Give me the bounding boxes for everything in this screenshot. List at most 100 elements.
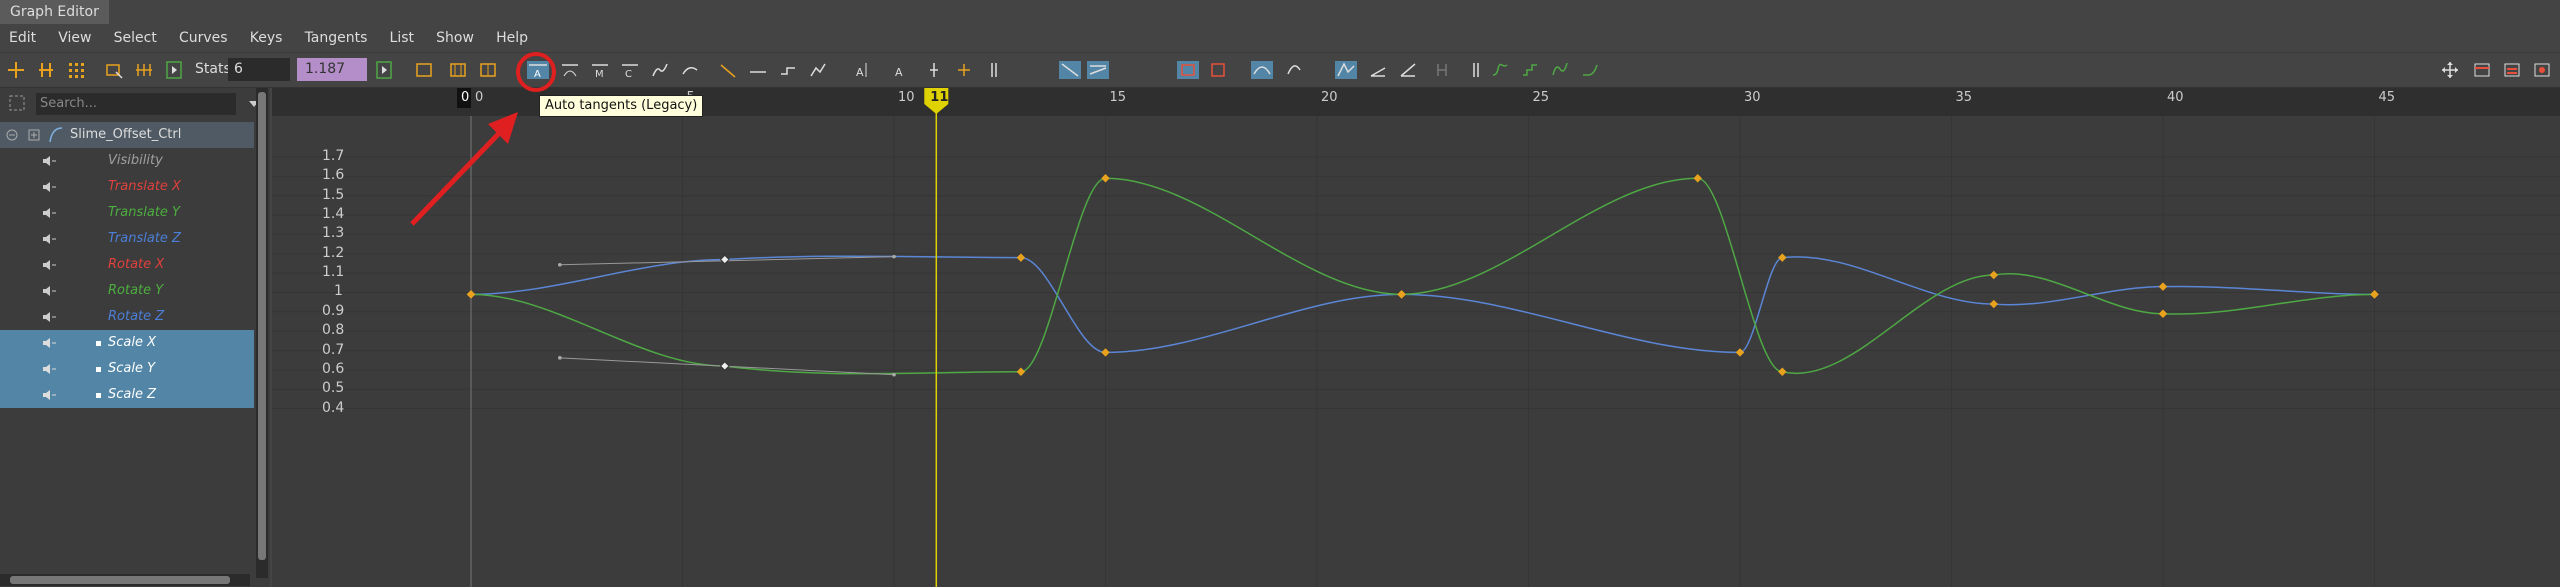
keyframe[interactable]: [1778, 253, 1787, 262]
window-title[interactable]: Graph Editor: [0, 0, 109, 24]
menu-view[interactable]: View: [49, 24, 100, 52]
keyframe[interactable]: [1778, 367, 1787, 377]
fixed-tangents-icon[interactable]: [748, 60, 768, 80]
channel-row-selected[interactable]: Scale Z: [0, 382, 254, 408]
outliner-filter-icon[interactable]: [8, 94, 26, 112]
channel-row[interactable]: Rotate Y: [0, 278, 254, 304]
object-name: Slime_Offset_Ctrl: [70, 127, 182, 142]
channel-row[interactable]: Rotate Z: [0, 304, 254, 330]
frame-tool-icon[interactable]: [2440, 60, 2460, 80]
tangent-handle-end: [892, 372, 896, 377]
search-input[interactable]: Search...: [36, 93, 236, 115]
resample-icon[interactable]: [1432, 60, 1452, 80]
break-tangents-icon[interactable]: A: [854, 60, 878, 80]
speaker-icon: [43, 338, 56, 348]
value-tick-label: 1.6: [322, 167, 345, 184]
current-frame-label: 11: [930, 90, 949, 105]
value-tick-label: 0.8: [322, 322, 345, 339]
show-infinity-icon[interactable]: [1334, 60, 1358, 80]
denormalize-icon[interactable]: [1398, 60, 1418, 80]
expand-icon[interactable]: [28, 129, 40, 141]
key-value-field[interactable]: 1.187: [297, 58, 367, 81]
keyframe[interactable]: [1016, 367, 1026, 377]
clamped-tangents-icon[interactable]: M: [590, 60, 610, 80]
outliner-horizontal-scrollbar[interactable]: [0, 574, 250, 586]
time-snap-icon[interactable]: [164, 60, 184, 80]
menu-keys[interactable]: Keys: [241, 24, 292, 52]
step-next-icon[interactable]: [778, 60, 798, 80]
oscillate-icon[interactable]: [1520, 60, 1540, 80]
plateau-tangents-icon[interactable]: [718, 60, 738, 80]
auto-load-icon[interactable]: [1176, 60, 1200, 80]
unify-tangents-icon[interactable]: A: [890, 60, 910, 80]
scrollbar-thumb[interactable]: [10, 576, 230, 584]
keyframe[interactable]: [2370, 290, 2379, 299]
menu-curves[interactable]: Curves: [170, 24, 237, 52]
normalize-icon[interactable]: [1368, 60, 1388, 80]
keyframe[interactable]: [2158, 282, 2168, 291]
keyframe[interactable]: [1016, 253, 1026, 262]
svg-text:C: C: [625, 69, 632, 80]
channel-row[interactable]: Translate Y: [0, 200, 254, 226]
menu-select[interactable]: Select: [105, 24, 166, 52]
channel-row[interactable]: Visibility: [0, 148, 254, 174]
flat-tangents-icon[interactable]: [650, 60, 670, 80]
key-stats-icon[interactable]: [984, 60, 1004, 80]
load-selected-icon[interactable]: [1208, 60, 1228, 80]
tangent-handle-end: [558, 356, 562, 360]
selected-key[interactable]: [719, 254, 730, 265]
scrollbar-thumb[interactable]: [258, 92, 266, 560]
outliner-vertical-scrollbar[interactable]: [256, 88, 268, 578]
keyframe[interactable]: [2158, 309, 2168, 318]
channel-row-selected[interactable]: Scale X: [0, 330, 254, 356]
value-tick-label: 0.7: [322, 341, 345, 358]
object-row[interactable]: Slime_Offset_Ctrl: [0, 122, 254, 148]
open-dope-sheet-icon[interactable]: [2472, 60, 2492, 80]
keyframe[interactable]: [1693, 174, 1702, 183]
value-snap-icon[interactable]: [374, 60, 394, 80]
cycle-offset-icon[interactable]: [1490, 60, 1510, 80]
graph-view[interactable]: 051015202530354045110 1.71.61.51.41.31.2…: [272, 88, 2560, 587]
move-key-tool-icon[interactable]: [6, 60, 26, 80]
curve-view-normalized-icon[interactable]: [1058, 60, 1082, 80]
channel-label: Scale X: [108, 335, 157, 350]
channel-label: Scale Y: [108, 361, 156, 376]
cycle-icon[interactable]: [1466, 60, 1486, 80]
pre-infinity-icon[interactable]: [1250, 60, 1274, 80]
keyframe[interactable]: [1989, 299, 1999, 309]
channel-row[interactable]: Translate X: [0, 174, 254, 200]
keyframe[interactable]: [466, 290, 476, 299]
open-trax-editor-icon[interactable]: [2502, 60, 2522, 80]
keyframe[interactable]: [1101, 348, 1110, 357]
linear-extrapolation-icon[interactable]: [1550, 60, 1570, 80]
channel-row[interactable]: Translate Z: [0, 226, 254, 252]
region-tool-icon[interactable]: [104, 60, 124, 80]
constant-extrapolation-icon[interactable]: [1580, 60, 1600, 80]
stats-field[interactable]: 6: [228, 58, 290, 81]
retime-tool-icon[interactable]: [134, 60, 154, 80]
menu-tangents[interactable]: Tangents: [296, 24, 377, 52]
lock-weights-icon[interactable]: [954, 60, 974, 80]
collapse-icon[interactable]: [6, 129, 18, 141]
linear-tangents-icon[interactable]: C: [620, 60, 640, 80]
post-infinity-icon[interactable]: [1284, 60, 1304, 80]
value-tick-label: 0.6: [322, 360, 345, 377]
keyframe[interactable]: [1397, 290, 1406, 299]
channel-row-selected[interactable]: Scale Y: [0, 356, 254, 382]
weighted-tangents-icon[interactable]: [924, 60, 944, 80]
lattice-deform-icon[interactable]: [66, 60, 86, 80]
buffer-curve-icon[interactable]: [808, 60, 828, 80]
curve-view-stacked-icon[interactable]: [1086, 60, 1110, 80]
curve-canvas[interactable]: [272, 88, 2560, 587]
channel-label: Visibility: [108, 153, 163, 168]
keyframe[interactable]: [1989, 270, 1999, 280]
svg-text:M: M: [595, 69, 604, 80]
menu-edit[interactable]: Edit: [0, 24, 45, 52]
selected-key[interactable]: [719, 361, 730, 371]
step-tangents-icon[interactable]: [680, 60, 700, 80]
keyframe[interactable]: [1735, 348, 1745, 357]
channel-row[interactable]: Rotate X: [0, 252, 254, 278]
keyframe[interactable]: [1101, 174, 1110, 183]
open-time-editor-icon[interactable]: [2532, 60, 2552, 80]
insert-key-tool-icon[interactable]: [36, 60, 56, 80]
